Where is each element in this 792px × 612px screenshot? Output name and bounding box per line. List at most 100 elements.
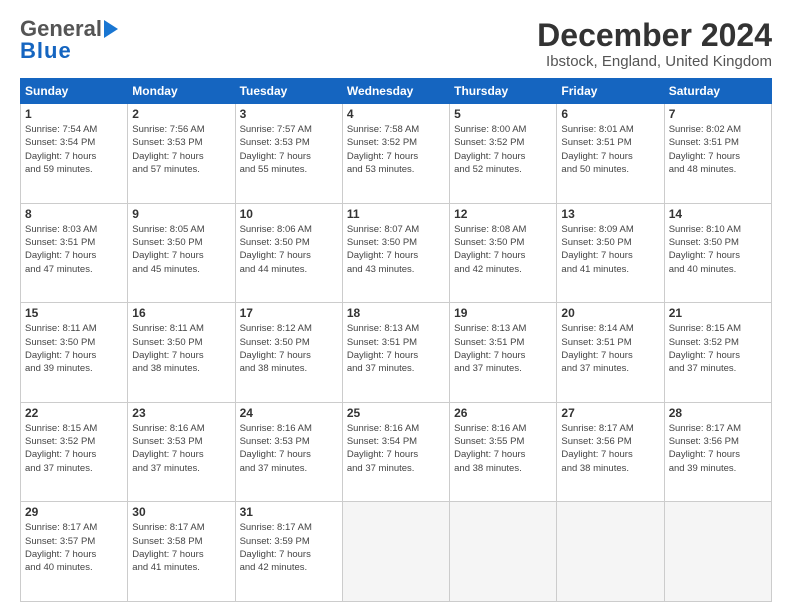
logo-blue-text: Blue [20, 40, 72, 62]
day-number: 19 [454, 306, 552, 320]
day-number: 2 [132, 107, 230, 121]
col-header-saturday: Saturday [664, 79, 771, 104]
day-info: Sunrise: 8:00 AM Sunset: 3:52 PM Dayligh… [454, 123, 552, 176]
calendar-cell: 23 Sunrise: 8:16 AM Sunset: 3:53 PM Dayli… [128, 402, 235, 502]
day-number: 6 [561, 107, 659, 121]
calendar-cell: 10 Sunrise: 8:06 AM Sunset: 3:50 PM Dayli… [235, 203, 342, 303]
calendar-cell: 20Sunrise: 8:14 AM Sunset: 3:51 PM Dayli… [557, 303, 664, 403]
col-header-monday: Monday [128, 79, 235, 104]
logo-general-text: General [20, 18, 102, 40]
day-info: Sunrise: 8:17 AM Sunset: 3:59 PM Dayligh… [240, 521, 338, 574]
day-number: 24 [240, 406, 338, 420]
calendar-cell: 1Sunrise: 7:54 AM Sunset: 3:54 PM Daylig… [21, 104, 128, 204]
day-number: 23 [132, 406, 230, 420]
calendar-cell: 9 Sunrise: 8:05 AM Sunset: 3:50 PM Daylig… [128, 203, 235, 303]
day-number: 13 [561, 207, 659, 221]
col-header-thursday: Thursday [450, 79, 557, 104]
calendar-cell: 16 Sunrise: 8:11 AM Sunset: 3:50 PM Dayli… [128, 303, 235, 403]
calendar-header-row: SundayMondayTuesdayWednesdayThursdayFrid… [21, 79, 772, 104]
calendar-cell: 21 Sunrise: 8:15 AM Sunset: 3:52 PM Dayli… [664, 303, 771, 403]
day-number: 9 [132, 207, 230, 221]
day-number: 26 [454, 406, 552, 420]
calendar-cell [557, 502, 664, 602]
day-number: 10 [240, 207, 338, 221]
day-number: 30 [132, 505, 230, 519]
calendar-cell: 6 Sunrise: 8:01 AM Sunset: 3:51 PM Daylig… [557, 104, 664, 204]
logo-line1: General [20, 18, 118, 40]
calendar-cell: 3Sunrise: 7:57 AM Sunset: 3:53 PM Daylig… [235, 104, 342, 204]
header: General Blue December 2024 Ibstock, Engl… [20, 18, 772, 70]
calendar-cell: 13 Sunrise: 8:09 AM Sunset: 3:50 PM Dayli… [557, 203, 664, 303]
page: General Blue December 2024 Ibstock, Engl… [0, 0, 792, 612]
day-number: 8 [25, 207, 123, 221]
day-info: Sunrise: 8:06 AM Sunset: 3:50 PM Dayligh… [240, 223, 338, 276]
day-info: Sunrise: 8:15 AM Sunset: 3:52 PM Dayligh… [669, 322, 767, 375]
day-number: 3 [240, 107, 338, 121]
day-info: Sunrise: 8:07 AM Sunset: 3:50 PM Dayligh… [347, 223, 445, 276]
day-number: 15 [25, 306, 123, 320]
day-info: Sunrise: 8:09 AM Sunset: 3:50 PM Dayligh… [561, 223, 659, 276]
day-info: Sunrise: 8:17 AM Sunset: 3:58 PM Dayligh… [132, 521, 230, 574]
day-number: 22 [25, 406, 123, 420]
day-info: Sunrise: 8:05 AM Sunset: 3:50 PM Dayligh… [132, 223, 230, 276]
calendar-cell: 4 Sunrise: 7:58 AM Sunset: 3:52 PM Daylig… [342, 104, 449, 204]
day-info: Sunrise: 8:17 AM Sunset: 3:56 PM Dayligh… [561, 422, 659, 475]
day-number: 14 [669, 207, 767, 221]
calendar-cell: 27 Sunrise: 8:17 AM Sunset: 3:56 PM Dayli… [557, 402, 664, 502]
day-number: 11 [347, 207, 445, 221]
day-info: Sunrise: 8:17 AM Sunset: 3:56 PM Dayligh… [669, 422, 767, 475]
calendar-cell: 29Sunrise: 8:17 AM Sunset: 3:57 PM Dayli… [21, 502, 128, 602]
calendar-cell: 14 Sunrise: 8:10 AM Sunset: 3:50 PM Dayli… [664, 203, 771, 303]
calendar-cell: 18Sunrise: 8:13 AM Sunset: 3:51 PM Dayli… [342, 303, 449, 403]
calendar-cell: 8 Sunrise: 8:03 AM Sunset: 3:51 PM Daylig… [21, 203, 128, 303]
day-number: 17 [240, 306, 338, 320]
calendar-cell: 17 Sunrise: 8:12 AM Sunset: 3:50 PM Dayli… [235, 303, 342, 403]
day-info: Sunrise: 8:14 AM Sunset: 3:51 PM Dayligh… [561, 322, 659, 375]
calendar-cell: 2Sunrise: 7:56 AM Sunset: 3:53 PM Daylig… [128, 104, 235, 204]
day-number: 25 [347, 406, 445, 420]
title-block: December 2024 Ibstock, England, United K… [537, 18, 772, 70]
day-info: Sunrise: 8:13 AM Sunset: 3:51 PM Dayligh… [454, 322, 552, 375]
col-header-sunday: Sunday [21, 79, 128, 104]
calendar-cell: 19 Sunrise: 8:13 AM Sunset: 3:51 PM Dayli… [450, 303, 557, 403]
calendar-cell: 12 Sunrise: 8:08 AM Sunset: 3:50 PM Dayli… [450, 203, 557, 303]
day-info: Sunrise: 8:02 AM Sunset: 3:51 PM Dayligh… [669, 123, 767, 176]
day-number: 7 [669, 107, 767, 121]
logo: General Blue [20, 18, 118, 62]
calendar-cell: 24Sunrise: 8:16 AM Sunset: 3:53 PM Dayli… [235, 402, 342, 502]
day-number: 16 [132, 306, 230, 320]
calendar-week-4: 22 Sunrise: 8:15 AM Sunset: 3:52 PM Dayli… [21, 402, 772, 502]
calendar-week-3: 15 Sunrise: 8:11 AM Sunset: 3:50 PM Dayli… [21, 303, 772, 403]
calendar-cell [450, 502, 557, 602]
day-info: Sunrise: 8:03 AM Sunset: 3:51 PM Dayligh… [25, 223, 123, 276]
day-number: 4 [347, 107, 445, 121]
month-title: December 2024 [537, 18, 772, 53]
calendar-cell: 28 Sunrise: 8:17 AM Sunset: 3:56 PM Dayli… [664, 402, 771, 502]
col-header-friday: Friday [557, 79, 664, 104]
day-info: Sunrise: 8:12 AM Sunset: 3:50 PM Dayligh… [240, 322, 338, 375]
day-info: Sunrise: 8:01 AM Sunset: 3:51 PM Dayligh… [561, 123, 659, 176]
calendar-cell: 30 Sunrise: 8:17 AM Sunset: 3:58 PM Dayli… [128, 502, 235, 602]
calendar-cell: 7 Sunrise: 8:02 AM Sunset: 3:51 PM Daylig… [664, 104, 771, 204]
day-info: Sunrise: 7:58 AM Sunset: 3:52 PM Dayligh… [347, 123, 445, 176]
day-info: Sunrise: 8:10 AM Sunset: 3:50 PM Dayligh… [669, 223, 767, 276]
day-info: Sunrise: 8:16 AM Sunset: 3:53 PM Dayligh… [132, 422, 230, 475]
day-info: Sunrise: 8:11 AM Sunset: 3:50 PM Dayligh… [132, 322, 230, 375]
calendar-cell: 25 Sunrise: 8:16 AM Sunset: 3:54 PM Dayli… [342, 402, 449, 502]
day-info: Sunrise: 8:17 AM Sunset: 3:57 PM Dayligh… [25, 521, 123, 574]
calendar-cell: 15Sunrise: 8:11 AM Sunset: 3:50 PM Dayli… [21, 303, 128, 403]
day-number: 1 [25, 107, 123, 121]
location: Ibstock, England, United Kingdom [537, 53, 772, 70]
day-number: 27 [561, 406, 659, 420]
col-header-tuesday: Tuesday [235, 79, 342, 104]
calendar-cell: 26Sunrise: 8:16 AM Sunset: 3:55 PM Dayli… [450, 402, 557, 502]
calendar-week-2: 8 Sunrise: 8:03 AM Sunset: 3:51 PM Daylig… [21, 203, 772, 303]
day-info: Sunrise: 8:08 AM Sunset: 3:50 PM Dayligh… [454, 223, 552, 276]
day-info: Sunrise: 8:13 AM Sunset: 3:51 PM Dayligh… [347, 322, 445, 375]
day-info: Sunrise: 8:15 AM Sunset: 3:52 PM Dayligh… [25, 422, 123, 475]
day-number: 12 [454, 207, 552, 221]
day-number: 21 [669, 306, 767, 320]
calendar-cell: 31Sunrise: 8:17 AM Sunset: 3:59 PM Dayli… [235, 502, 342, 602]
day-number: 28 [669, 406, 767, 420]
day-info: Sunrise: 8:16 AM Sunset: 3:54 PM Dayligh… [347, 422, 445, 475]
